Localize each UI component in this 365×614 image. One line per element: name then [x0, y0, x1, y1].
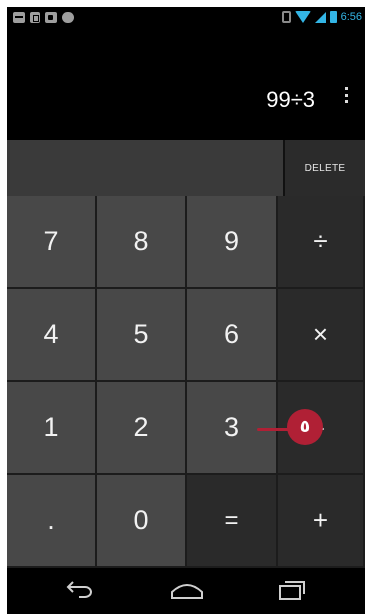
result-area	[7, 140, 283, 196]
key-9[interactable]: 9	[187, 196, 278, 289]
media-icon	[45, 12, 57, 23]
key-1[interactable]: 1	[7, 382, 97, 475]
delete-button[interactable]: DELETE	[283, 140, 365, 196]
key-0[interactable]: 0	[97, 475, 187, 568]
key-4[interactable]: 4	[7, 289, 97, 382]
calculator-display: 99÷3	[7, 29, 365, 140]
key-divide[interactable]: ÷	[278, 196, 365, 289]
chat-icon	[13, 12, 25, 23]
key-7[interactable]: 7	[7, 196, 97, 289]
notification-icons	[13, 12, 74, 23]
key-multiply[interactable]: ×	[278, 289, 365, 382]
phone-screen: 6:56 99÷3 DELETE 7 8 9 ÷ 4 5 6 × 1 2 3 -…	[7, 7, 365, 614]
status-bar: 6:56	[7, 7, 365, 29]
annotation-badge: ٥	[287, 409, 323, 445]
game-icon	[62, 12, 74, 23]
battery-icon	[329, 11, 337, 23]
key-plus[interactable]: +	[278, 475, 365, 568]
formula-text[interactable]: 99÷3	[266, 87, 315, 113]
key-equals[interactable]: =	[187, 475, 278, 568]
signal-icon	[314, 11, 326, 23]
key-8[interactable]: 8	[97, 196, 187, 289]
back-icon[interactable]	[65, 578, 95, 598]
vibrate-icon	[281, 11, 291, 23]
recent-apps-icon[interactable]	[277, 579, 307, 601]
sd-card-icon	[30, 12, 40, 23]
key-2[interactable]: 2	[97, 382, 187, 475]
navigation-bar	[7, 568, 365, 614]
system-icons: 6:56	[281, 11, 362, 23]
wifi-icon	[294, 11, 311, 23]
key-6[interactable]: 6	[187, 289, 278, 382]
overflow-menu-icon[interactable]	[341, 85, 351, 105]
status-time: 6:56	[340, 11, 362, 23]
keypad: 7 8 9 ÷ 4 5 6 × 1 2 3 - . 0 = +	[7, 196, 365, 568]
home-icon[interactable]	[169, 578, 205, 600]
annotation-callout: ٥	[257, 407, 329, 447]
key-5[interactable]: 5	[97, 289, 187, 382]
key-decimal[interactable]: .	[7, 475, 97, 568]
result-row: DELETE	[7, 140, 365, 196]
